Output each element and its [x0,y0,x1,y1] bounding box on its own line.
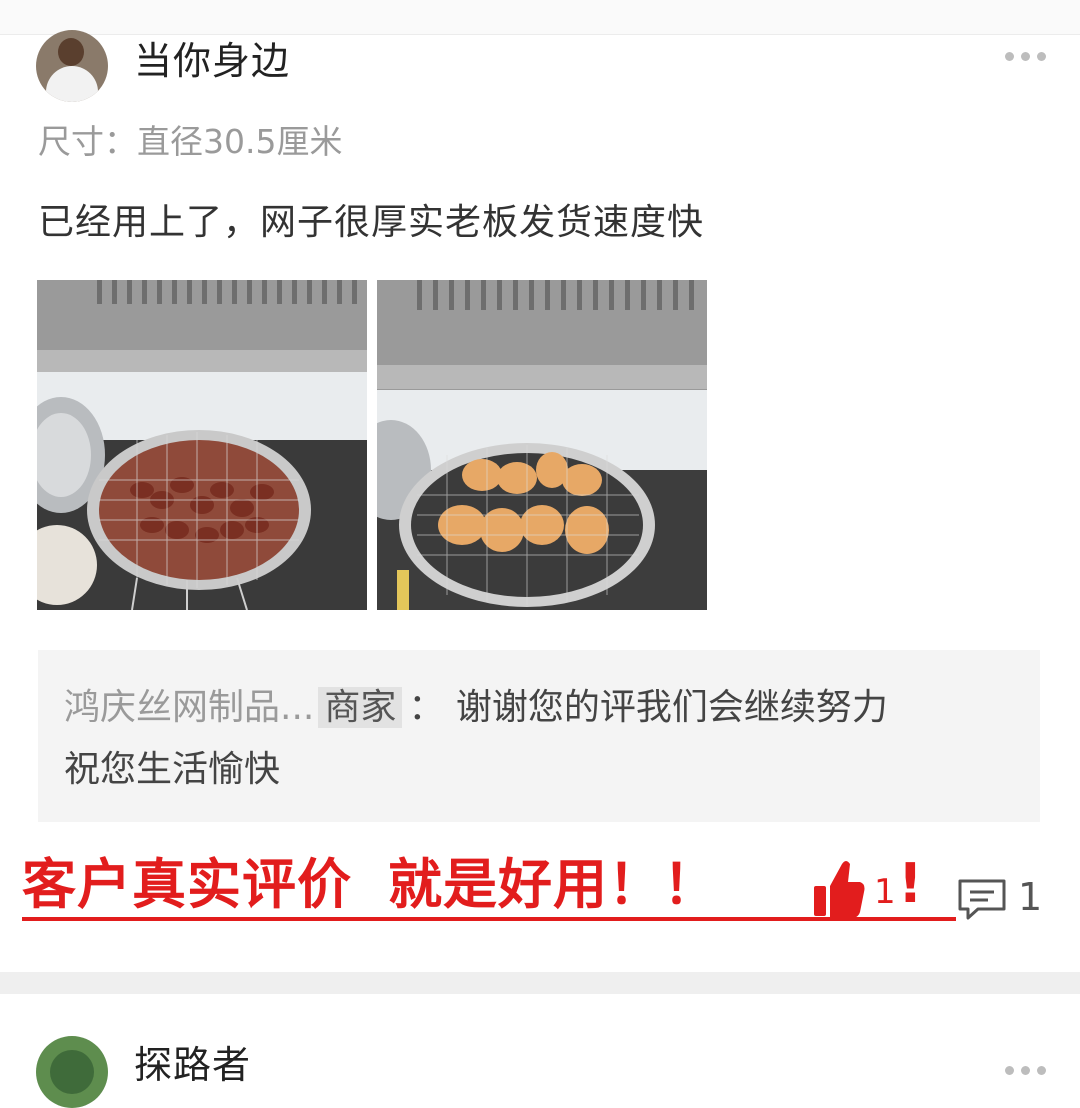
promo-text-part1: 客户真实评价 [22,853,352,916]
review-photo-chicken-wings[interactable] [377,280,707,610]
merchant-tag: 商家 [318,687,403,728]
promo-end: ! [898,852,923,915]
review-photo-skewers[interactable] [37,280,367,610]
review-text: 已经用上了，网子很厚实老板发货速度快 [38,202,705,243]
merchant-reply-line1: 鸿庆丝网制品... 商家： 谢谢您的评我们会继续努力 [64,684,888,732]
more-dots-icon[interactable] [1005,52,1046,61]
product-spec: 尺寸：直径30.5厘米 [38,122,343,161]
avatar[interactable] [36,1036,108,1108]
username[interactable]: 探路者 [134,1040,251,1090]
review-divider [0,972,1080,994]
shop-name[interactable]: 鸿庆丝网制品... [64,687,314,728]
thumbs-up-icon[interactable] [812,856,866,920]
comment-count: 1 [1018,875,1043,919]
reply-text-line1: 谢谢您的评我们会继续努力 [455,687,888,728]
promo-text: 客户真实评价 就是好用！！ [22,848,718,922]
reply-text-line2: 祝您生活愉快 [64,749,281,790]
merchant-reply: 鸿庆丝网制品... 商家： 谢谢您的评我们会继续努力 祝您生活愉快 [38,650,1040,822]
comment-icon[interactable] [956,877,1008,921]
like-count: 1 [874,872,896,912]
reply-separator: ： [408,687,445,728]
top-edge-strip [0,0,1080,35]
username[interactable]: 当你身边 [134,36,290,86]
more-dots-icon[interactable] [1005,1066,1046,1075]
avatar[interactable] [36,30,108,102]
promo-underline [22,917,956,921]
promo-text-part2: 就是好用！！ [388,853,718,916]
